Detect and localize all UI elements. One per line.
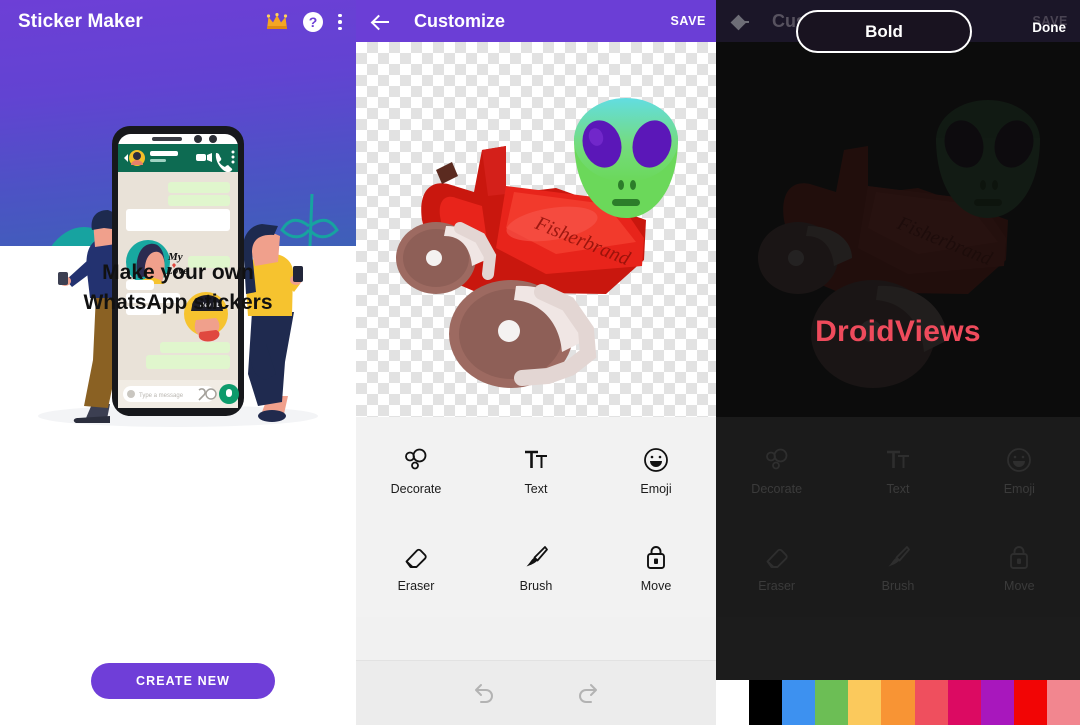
canvas-dim-overlay — [716, 42, 1080, 417]
tool-label: Eraser — [758, 579, 796, 593]
tool-decorate[interactable]: Decorate — [716, 423, 837, 520]
sticker-artwork: Fisherbrand — [396, 98, 678, 388]
color-swatch[interactable] — [881, 680, 915, 725]
emoji-icon — [644, 448, 668, 472]
decorate-icon — [765, 448, 788, 470]
eraser-icon — [405, 548, 427, 569]
headline-line-2: WhatsApp stickers — [83, 291, 273, 315]
tool-label: Brush — [881, 579, 915, 593]
panel3-footer-spacer — [716, 617, 1080, 680]
panel1-appbar: Sticker Maker ? — [0, 0, 356, 44]
tool-move[interactable]: Move — [596, 520, 716, 617]
tool-label: Move — [1004, 579, 1035, 593]
tool-move[interactable]: Move — [959, 520, 1080, 617]
tool-grid-dimmed: Decorate Text Emoji Eraser Brush Move — [716, 417, 1080, 617]
help-icon[interactable]: ? — [303, 12, 323, 32]
whatsapp-chat-illustration: My Love Hey bb Type a message — [0, 126, 356, 429]
tool-label: Text — [886, 482, 910, 496]
front-wheel — [449, 280, 597, 388]
emoji-icon — [1007, 448, 1032, 472]
three-screenshot-strip: My Love Hey bb Type a message Sticker Ma… — [0, 0, 1080, 725]
undo-redo-bar — [356, 660, 716, 725]
color-swatch[interactable] — [1046, 680, 1080, 725]
color-swatch[interactable] — [749, 680, 783, 725]
create-new-button[interactable]: CREATE NEW — [91, 663, 275, 699]
color-swatch[interactable] — [716, 680, 750, 725]
tool-label: Move — [640, 579, 672, 593]
color-swatch[interactable] — [815, 680, 849, 725]
tool-text[interactable]: Text — [476, 423, 596, 520]
tool-label: Decorate — [390, 482, 442, 496]
font-style-label: Bold — [865, 21, 903, 41]
tool-brush[interactable]: Brush — [476, 520, 596, 617]
decorate-icon — [405, 448, 427, 470]
crown-icon[interactable] — [266, 13, 288, 31]
save-button[interactable]: SAVE — [670, 14, 706, 28]
panel2-title: Customize — [414, 10, 506, 31]
overflow-menu-icon[interactable] — [338, 12, 342, 32]
headline-line-1: Make your own — [102, 261, 254, 284]
tool-emoji[interactable]: Emoji — [596, 423, 716, 520]
tool-eraser[interactable]: Eraser — [356, 520, 476, 617]
panel-text-editor-screen: Fisherbrand — [716, 0, 1080, 725]
tool-decorate[interactable]: Decorate — [356, 423, 476, 520]
page-title: Make your own WhatsApp stickers — [0, 258, 356, 319]
tool-emoji[interactable]: Emoji — [959, 423, 1080, 520]
canvas-text[interactable]: DroidViews — [716, 315, 1080, 349]
color-swatch[interactable] — [1013, 680, 1047, 725]
back-arrow-icon[interactable] — [370, 10, 392, 32]
svg-text:Type a message: Type a message — [139, 393, 184, 399]
tool-grid: Decorate Text Emoji Eraser Brush Move — [356, 417, 716, 617]
undo-icon[interactable] — [472, 681, 496, 705]
panel2-appbar: Customize SAVE — [356, 0, 716, 42]
tool-label: Eraser — [397, 579, 435, 593]
panel-home-screen: My Love Hey bb Type a message Sticker Ma… — [0, 0, 356, 725]
sticker-canvas-dimmed[interactable]: Fisherbrand — [716, 42, 1080, 417]
tool-label: Emoji — [1003, 482, 1035, 496]
lock-move-icon — [1010, 546, 1029, 569]
text-icon — [525, 450, 547, 468]
panel-customize-screen: Customize SAVE Fisherbrand Decorate Text… — [356, 0, 716, 725]
tool-label: Brush — [519, 579, 553, 593]
color-swatch[interactable] — [980, 680, 1014, 725]
brush-icon — [526, 546, 548, 567]
eraser-icon — [766, 548, 788, 569]
appbar-actions: ? — [266, 12, 342, 32]
tool-eraser[interactable]: Eraser — [716, 520, 837, 617]
tool-brush[interactable]: Brush — [837, 520, 958, 617]
tool-label: Decorate — [751, 482, 803, 496]
tool-label: Text — [524, 482, 548, 496]
color-swatch-strip — [716, 680, 1080, 725]
color-swatch[interactable] — [914, 680, 948, 725]
lock-move-icon — [647, 546, 665, 569]
tool-text[interactable]: Text — [837, 423, 958, 520]
color-swatch[interactable] — [782, 680, 816, 725]
back-arrow-icon[interactable] — [730, 10, 752, 32]
text-icon — [886, 450, 909, 468]
sticker-canvas[interactable]: Fisherbrand — [356, 42, 716, 417]
app-title: Sticker Maker — [18, 11, 143, 32]
font-style-pill[interactable]: Bold — [796, 10, 972, 53]
brush-icon — [888, 546, 910, 567]
redo-icon[interactable] — [576, 681, 600, 705]
color-swatch[interactable] — [848, 680, 882, 725]
done-button[interactable]: Done — [1032, 20, 1066, 35]
color-swatch[interactable] — [947, 680, 981, 725]
tool-label: Emoji — [640, 482, 672, 496]
